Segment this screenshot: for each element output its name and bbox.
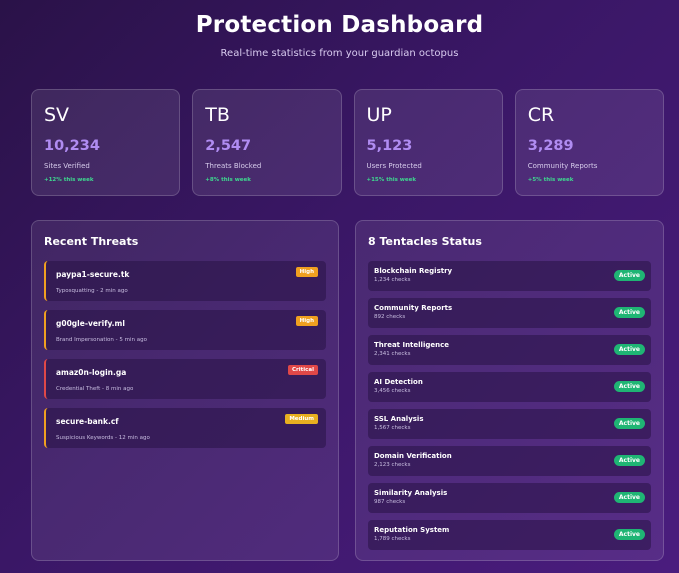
- severity-badge: High: [295, 316, 318, 326]
- severity-badge: Critical: [287, 365, 318, 375]
- stat-value: 2,547: [205, 138, 252, 154]
- tentacles-status-panel: 8 Tentacles Status Blockchain Registry 1…: [355, 220, 664, 561]
- stat-label: Threats Blocked: [205, 162, 262, 170]
- page-title: Protection Dashboard: [195, 12, 484, 38]
- tentacle-item[interactable]: Community Reports 892 checks Active: [368, 298, 651, 328]
- threat-item[interactable]: secure-bank.cf Suspicious Keywords - 12 …: [44, 408, 326, 448]
- stat-card-threats-blocked: TB 2,547 Threats Blocked +8% this week: [192, 89, 342, 196]
- threat-description: Credential Theft - 8 min ago: [56, 386, 134, 392]
- recent-threats-panel: Recent Threats paypa1-secure.tk Typosqua…: [31, 220, 339, 561]
- tentacle-name: Threat Intelligence: [374, 341, 449, 349]
- status-badge: Active: [613, 455, 645, 466]
- tentacle-item[interactable]: Reputation System 1,789 checks Active: [368, 520, 651, 550]
- stat-card-sites-verified: SV 10,234 Sites Verified +12% this week: [31, 89, 181, 196]
- threat-description: Suspicious Keywords - 12 min ago: [56, 435, 150, 441]
- recent-threats-title: Recent Threats: [44, 235, 139, 248]
- stat-abbr: UP: [366, 104, 392, 126]
- status-badge: Active: [613, 270, 645, 281]
- threat-item[interactable]: amaz0n-login.ga Credential Theft - 8 min…: [44, 359, 326, 399]
- tentacle-name: Blockchain Registry: [374, 267, 453, 275]
- status-badge: Active: [613, 418, 645, 429]
- stat-change: +15% this week: [366, 177, 417, 183]
- stat-value: 10,234: [44, 138, 100, 154]
- tentacle-checks: 1,234 checks: [374, 277, 411, 283]
- tentacle-item[interactable]: Similarity Analysis 987 checks Active: [368, 483, 651, 513]
- tentacle-checks: 892 checks: [374, 314, 406, 320]
- status-badge: Active: [613, 344, 645, 355]
- threat-domain: g00gle-verify.ml: [56, 319, 125, 328]
- status-badge: Active: [613, 529, 645, 540]
- stat-abbr: CR: [527, 104, 555, 126]
- tentacle-checks: 3,456 checks: [374, 388, 411, 394]
- threat-description: Typosquatting - 2 min ago: [56, 288, 128, 294]
- status-badge: Active: [613, 381, 645, 392]
- threat-domain: paypa1-secure.tk: [56, 270, 130, 279]
- page-header: Protection Dashboard Real-time statistic…: [0, 12, 679, 59]
- tentacle-item[interactable]: Threat Intelligence 2,341 checks Active: [368, 335, 651, 365]
- tentacle-name: AI Detection: [374, 378, 423, 386]
- tentacle-checks: 987 checks: [374, 499, 406, 505]
- threat-domain: amaz0n-login.ga: [56, 368, 127, 377]
- tentacle-item[interactable]: Domain Verification 2,123 checks Active: [368, 446, 651, 476]
- tentacle-name: Domain Verification: [374, 452, 452, 460]
- threat-description: Brand Impersonation - 5 min ago: [56, 337, 147, 343]
- threat-item[interactable]: paypa1-secure.tk Typosquatting - 2 min a…: [44, 261, 326, 301]
- tentacle-name: Community Reports: [374, 304, 453, 312]
- status-badge: Active: [613, 307, 645, 318]
- severity-badge: High: [295, 267, 318, 277]
- stat-abbr: SV: [44, 104, 70, 126]
- tentacles-status-title: 8 Tentacles Status: [368, 235, 482, 248]
- tentacle-name: Similarity Analysis: [374, 489, 448, 497]
- tentacle-checks: 2,341 checks: [374, 351, 411, 357]
- stats-row: SV 10,234 Sites Verified +12% this week …: [31, 89, 664, 196]
- tentacle-checks: 2,123 checks: [374, 462, 411, 468]
- stat-card-community-reports: CR 3,289 Community Reports +5% this week: [514, 89, 664, 196]
- stat-abbr: TB: [205, 104, 230, 126]
- stat-value: 5,123: [366, 138, 413, 154]
- tentacle-name: SSL Analysis: [374, 415, 424, 423]
- tentacle-name: Reputation System: [374, 526, 450, 534]
- stat-card-users-protected: UP 5,123 Users Protected +15% this week: [353, 89, 503, 196]
- stat-change: +8% this week: [205, 177, 251, 183]
- tentacle-item[interactable]: SSL Analysis 1,567 checks Active: [368, 409, 651, 439]
- page-subtitle: Real-time statistics from your guardian …: [220, 48, 459, 59]
- tentacle-item[interactable]: AI Detection 3,456 checks Active: [368, 372, 651, 402]
- tentacle-checks: 1,789 checks: [374, 536, 411, 542]
- stat-label: Community Reports: [527, 162, 598, 170]
- tentacle-item[interactable]: Blockchain Registry 1,234 checks Active: [368, 261, 651, 291]
- status-badge: Active: [613, 492, 645, 503]
- threat-item[interactable]: g00gle-verify.ml Brand Impersonation - 5…: [44, 310, 326, 350]
- stat-label: Users Protected: [366, 162, 422, 170]
- threat-domain: secure-bank.cf: [56, 417, 119, 426]
- tentacle-checks: 1,567 checks: [374, 425, 411, 431]
- stat-label: Sites Verified: [44, 162, 90, 170]
- stat-change: +12% this week: [44, 177, 94, 183]
- stat-change: +5% this week: [527, 177, 574, 183]
- stat-value: 3,289: [527, 138, 574, 154]
- severity-badge: Medium: [285, 414, 318, 424]
